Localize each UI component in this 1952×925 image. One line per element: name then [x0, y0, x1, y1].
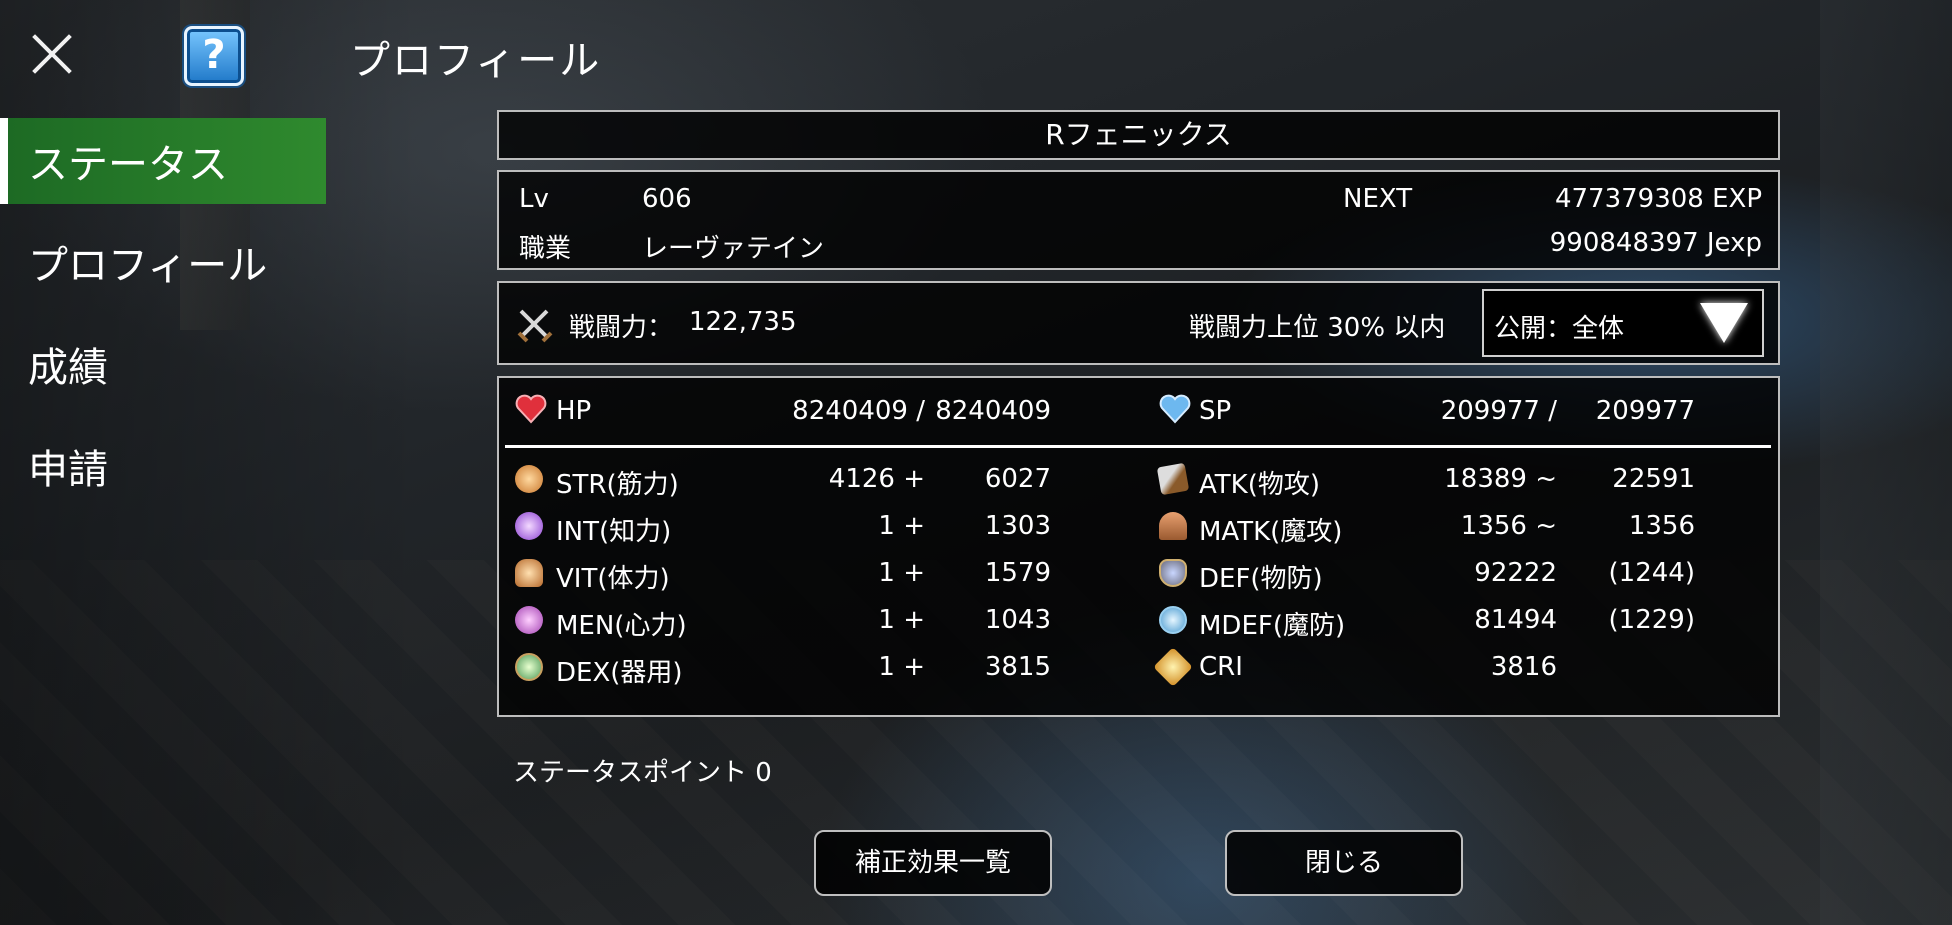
job-label: 職業	[519, 234, 572, 264]
sidebar-item-label: プロフィール	[28, 243, 268, 289]
sidebar-item-requests[interactable]: 申請	[0, 422, 326, 510]
status-points: ステータスポイント 0	[513, 758, 772, 788]
stat-value-2: (1229)	[1608, 605, 1695, 635]
sidebar-item-achievements[interactable]: 成績	[0, 320, 326, 408]
combat-power-panel: 戦闘力： 122,735 戦闘力上位 30% 以内 公開：全体	[497, 281, 1780, 365]
combat-rank-text: 戦闘力上位 30% 以内	[1189, 313, 1446, 343]
stat-bonus: 3815	[984, 652, 1051, 682]
sidebar: ステータス プロフィール 成績 申請	[0, 118, 326, 524]
character-name: Rフェニックス	[1045, 118, 1232, 151]
stat-bonus: 1579	[984, 558, 1051, 588]
stat-value-1: 18389 ~	[1444, 464, 1557, 494]
mdef-icon	[1159, 606, 1187, 634]
stat-base: 1 +	[878, 511, 925, 541]
exp-value: 477379308 EXP	[1554, 184, 1762, 214]
vit-icon	[515, 559, 543, 587]
close-button[interactable]: 閉じる	[1225, 830, 1463, 896]
dex-icon	[515, 653, 543, 681]
heart-icon	[515, 394, 547, 431]
stat-base: 4126 +	[828, 464, 925, 494]
cri-icon	[1153, 647, 1193, 687]
sp-heart-icon	[1159, 394, 1191, 431]
lv-label: Lv	[519, 184, 549, 214]
hp-current: 8240409 /	[792, 396, 925, 426]
stat-value-1: 92222	[1474, 558, 1557, 588]
close-icon[interactable]	[30, 32, 74, 76]
sp-label: SP	[1199, 396, 1232, 426]
background-pillar	[1820, 0, 1952, 925]
stat-value-2: 22591	[1612, 464, 1695, 494]
stat-label: INT(知力)	[556, 517, 672, 547]
character-name-panel: Rフェニックス	[497, 110, 1780, 160]
sp-current: 209977 /	[1440, 396, 1557, 426]
job-value: レーヴァテイン	[642, 234, 825, 264]
visibility-select[interactable]: 公開：全体	[1482, 289, 1764, 357]
dropdown-triangle-icon	[1700, 303, 1748, 343]
stat-bonus: 1303	[984, 511, 1051, 541]
sidebar-item-label: ステータス	[28, 142, 228, 188]
stat-label: VIT(体力)	[556, 564, 670, 594]
crossed-swords-icon	[517, 307, 553, 350]
stat-label: DEX(器用)	[556, 658, 683, 688]
stat-value-2: 1356	[1628, 511, 1695, 541]
stat-label: DEF(物防)	[1199, 564, 1323, 594]
character-info-panel: Lv 606 NEXT 477379308 EXP 職業 レーヴァテイン 990…	[497, 170, 1780, 270]
stat-label: STR(筋力)	[556, 470, 679, 500]
combat-power-label: 戦闘力：	[569, 313, 674, 343]
sidebar-item-label: 成績	[28, 345, 108, 391]
sidebar-item-status[interactable]: ステータス	[0, 118, 326, 204]
sp-max: 209977	[1595, 396, 1695, 426]
effects-list-button[interactable]: 補正効果一覧	[814, 830, 1052, 896]
str-icon	[515, 465, 543, 493]
matk-icon	[1159, 512, 1187, 540]
stat-base: 1 +	[878, 558, 925, 588]
stat-label: MEN(心力)	[556, 611, 687, 641]
stat-label: MDEF(魔防)	[1199, 611, 1346, 641]
stat-value-1: 81494	[1474, 605, 1557, 635]
stat-label: CRI	[1199, 652, 1243, 682]
stat-label: MATK(魔攻)	[1199, 517, 1343, 547]
men-icon	[515, 606, 543, 634]
stat-label: ATK(物攻)	[1199, 470, 1320, 500]
combat-power-value: 122,735	[689, 307, 797, 337]
sidebar-item-label: 申請	[28, 447, 108, 493]
int-icon	[515, 512, 543, 540]
lv-value: 606	[642, 184, 692, 214]
stat-bonus: 6027	[984, 464, 1051, 494]
stat-value-1: 3816	[1490, 652, 1557, 682]
help-icon[interactable]: ?	[184, 26, 244, 86]
page-title: プロフィール	[350, 38, 602, 84]
jexp-value: 990848397 Jexp	[1549, 228, 1762, 258]
stats-panel: HP 8240409 / 8240409 SP 209977 / 209977 …	[497, 376, 1780, 717]
def-icon	[1159, 559, 1187, 587]
stat-bonus: 1043	[984, 605, 1051, 635]
hp-label: HP	[556, 396, 592, 426]
stat-base: 1 +	[878, 605, 925, 635]
next-label: NEXT	[1343, 184, 1413, 214]
stat-value-2: (1244)	[1608, 558, 1695, 588]
visibility-value: 公開：全体	[1494, 314, 1625, 344]
hp-max: 8240409	[935, 396, 1051, 426]
stat-base: 1 +	[878, 652, 925, 682]
sidebar-item-profile[interactable]: プロフィール	[0, 218, 326, 306]
stats-divider	[505, 445, 1771, 448]
stat-value-1: 1356 ~	[1460, 511, 1557, 541]
atk-icon	[1156, 462, 1190, 496]
